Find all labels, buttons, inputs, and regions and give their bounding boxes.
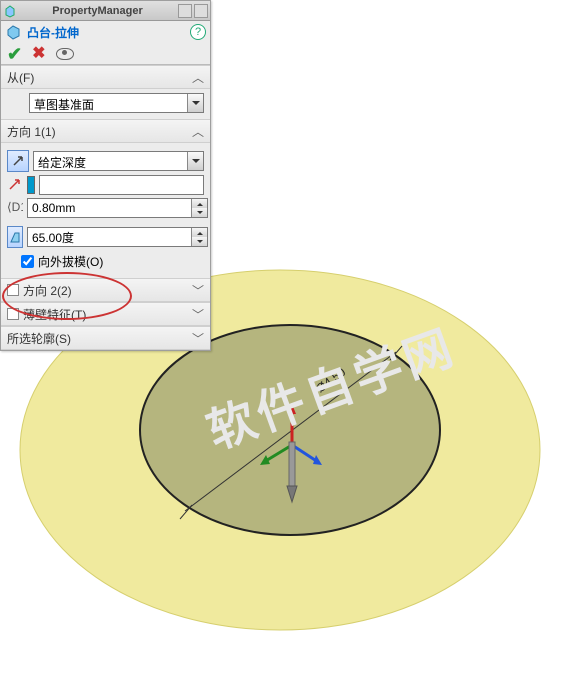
- depth-input[interactable]: [28, 199, 191, 217]
- cancel-button[interactable]: ✖: [32, 46, 45, 62]
- direction-ref-field[interactable]: [39, 175, 204, 195]
- from-dropdown[interactable]: 草图基准面: [29, 93, 204, 113]
- expand-icon[interactable]: [194, 4, 208, 18]
- section-head-dir2[interactable]: 方向 2(2) ﹀: [1, 278, 210, 302]
- section-head-contours[interactable]: 所选轮廓(S) ﹀: [1, 326, 210, 350]
- direction-selection-box[interactable]: [27, 176, 35, 194]
- chevron-down-icon: ﹀: [192, 330, 204, 347]
- pm-title: PropertyManager: [19, 5, 176, 17]
- end-condition-dropdown[interactable]: 给定深度: [33, 151, 204, 171]
- chevron-down-icon[interactable]: [187, 94, 203, 112]
- pushpin-icon[interactable]: [178, 4, 192, 18]
- depth-field[interactable]: [27, 198, 208, 218]
- ok-button[interactable]: ✔: [7, 45, 22, 63]
- chevron-down-icon: ﹀: [192, 282, 204, 299]
- reverse-direction-button[interactable]: [7, 150, 29, 172]
- confirm-row: ✔ ✖: [1, 43, 210, 65]
- spin-up-button[interactable]: [192, 228, 207, 237]
- end-condition-value: 给定深度: [34, 152, 187, 170]
- spin-down-button[interactable]: [192, 237, 207, 246]
- feature-title-row: 凸台-拉伸 ?: [1, 21, 210, 43]
- contours-label: 所选轮廓(S): [7, 330, 71, 347]
- dir1-label: 方向 1(1): [7, 123, 56, 140]
- thin-label: 薄壁特征(T): [23, 306, 86, 323]
- chevron-down-icon[interactable]: [187, 152, 203, 170]
- property-manager-panel: PropertyManager 凸台-拉伸 ? ✔ ✖ 从(F) ︿ 草图基准面…: [0, 0, 211, 351]
- chevron-down-icon: ﹀: [192, 306, 204, 323]
- feature-name: 凸台-拉伸: [27, 24, 79, 41]
- section-head-from[interactable]: 从(F) ︿: [1, 65, 210, 89]
- chevron-up-icon: ︿: [192, 69, 204, 86]
- thin-enable-checkbox[interactable]: [7, 308, 19, 320]
- spin-up-button[interactable]: [192, 199, 207, 208]
- dir2-label: 方向 2(2): [23, 282, 72, 299]
- from-label: 从(F): [7, 69, 34, 86]
- from-dropdown-value: 草图基准面: [30, 94, 187, 112]
- draft-button[interactable]: [7, 226, 23, 248]
- section-head-dir1[interactable]: 方向 1(1) ︿: [1, 119, 210, 143]
- extrude-icon: [5, 22, 23, 43]
- chevron-up-icon: ︿: [192, 123, 204, 140]
- dir2-enable-checkbox[interactable]: [7, 284, 19, 296]
- section-head-thin[interactable]: 薄壁特征(T) ﹀: [1, 302, 210, 326]
- preview-icon[interactable]: [56, 48, 74, 60]
- spin-down-button[interactable]: [192, 208, 207, 217]
- draft-outward-checkbox[interactable]: [21, 255, 34, 268]
- draft-angle-input[interactable]: [28, 228, 191, 246]
- svg-text:⟨D1: ⟨D1: [7, 200, 23, 214]
- draft-outward-label: 向外拔模(O): [38, 253, 103, 270]
- direction-ref-input[interactable]: [40, 176, 203, 194]
- depth-icon: ⟨D1: [7, 199, 23, 218]
- direction-arrow-icon: [7, 176, 23, 195]
- feature-cube-icon: [3, 4, 17, 18]
- pm-header: PropertyManager: [1, 1, 210, 21]
- draft-angle-field[interactable]: [27, 227, 208, 247]
- help-icon[interactable]: ?: [190, 24, 206, 40]
- draft-outward-checkbox-row[interactable]: 向外拔模(O): [7, 251, 204, 272]
